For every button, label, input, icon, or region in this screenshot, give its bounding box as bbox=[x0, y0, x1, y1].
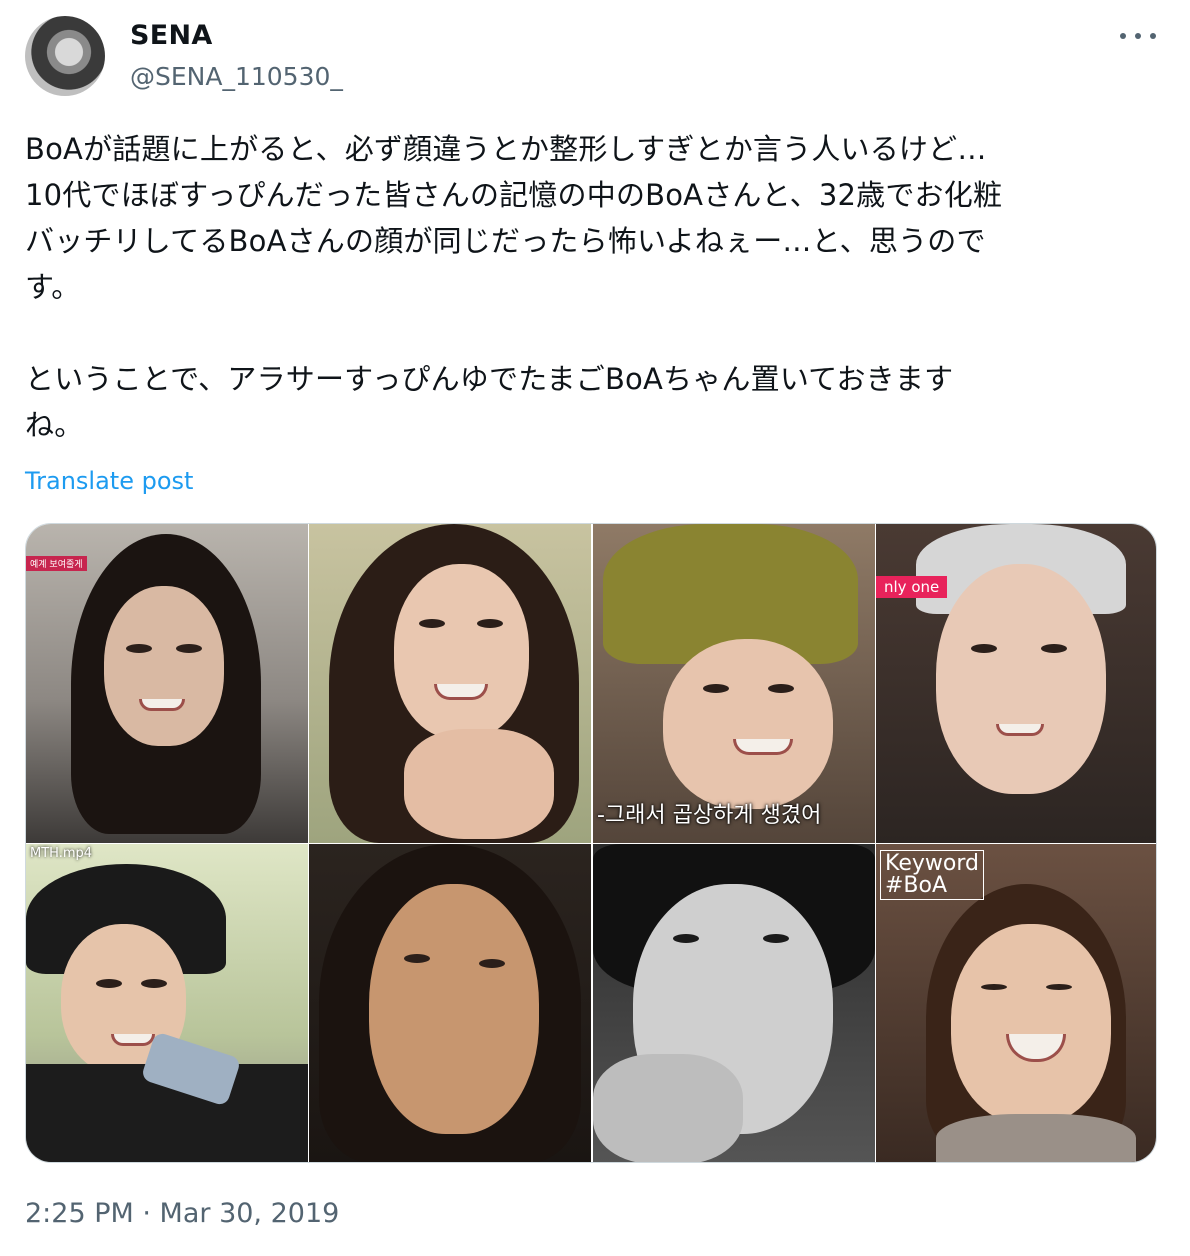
photo-headband: nly one bbox=[876, 524, 1156, 843]
photo-car: 예계 보여줄게 bbox=[26, 524, 308, 843]
photo-smiling-hands bbox=[309, 524, 591, 843]
avatar[interactable] bbox=[25, 16, 105, 96]
tweet-text: BoAが話題に上がると、必ず顔違うとか整形しすぎとか言う人いるけど… 10代でほぼ… bbox=[25, 126, 1165, 448]
tweet-line: ね。 bbox=[25, 408, 84, 442]
media-image-right[interactable]: -그래서 곱상하게 생겼어 nly one Keyword #BoA bbox=[593, 524, 1156, 1162]
file-caption: MTH.mp4 bbox=[30, 846, 93, 861]
tweet-line: 10代でほぼすっぴんだった皆さんの記憶の中のBoAさんと、32歳でお化粧 bbox=[25, 178, 1003, 212]
more-options-icon[interactable] bbox=[1120, 22, 1156, 50]
tweet-timestamp[interactable]: 2:25 PM · Mar 30, 2019 bbox=[25, 1198, 339, 1229]
tweet-line: バッチリしてるBoAさんの顔が同じだったら怖いよねぇー…と、思うので bbox=[25, 224, 986, 258]
display-name[interactable]: SENA bbox=[130, 20, 213, 51]
media-grid: 예계 보여줄게 MTH.mp4 -그래서 곱상하게 생겼어 nly one Ke… bbox=[25, 523, 1157, 1163]
translate-post-link[interactable]: Translate post bbox=[25, 467, 193, 495]
tweet-line: す。 bbox=[25, 270, 81, 304]
photo-laughing: Keyword #BoA bbox=[876, 844, 1156, 1162]
keyword-caption-bottom: #BoA bbox=[885, 873, 948, 898]
media-image-left[interactable]: 예계 보여줄게 MTH.mp4 bbox=[26, 524, 591, 1162]
keyword-caption: Keyword #BoA bbox=[880, 850, 984, 900]
tweet-line: ということで、アラサーすっぴんゆでたまごBoAちゃん置いておきます bbox=[25, 362, 954, 396]
tweet-line: BoAが話題に上がると、必ず顔違うとか整形しすぎとか言う人いるけど… bbox=[25, 132, 987, 166]
subtitle-caption: -그래서 곱상하게 생겼어 bbox=[597, 803, 822, 828]
photo-black-white bbox=[593, 844, 875, 1162]
tag-caption: 예계 보여줄게 bbox=[26, 556, 87, 571]
photo-black-cap: MTH.mp4 bbox=[26, 844, 308, 1162]
photo-dark-closeup bbox=[309, 844, 591, 1162]
user-handle[interactable]: @SENA_110530_ bbox=[130, 62, 343, 91]
tag-caption: nly one bbox=[876, 576, 948, 598]
photo-green-beanie: -그래서 곱상하게 생겼어 bbox=[593, 524, 875, 843]
